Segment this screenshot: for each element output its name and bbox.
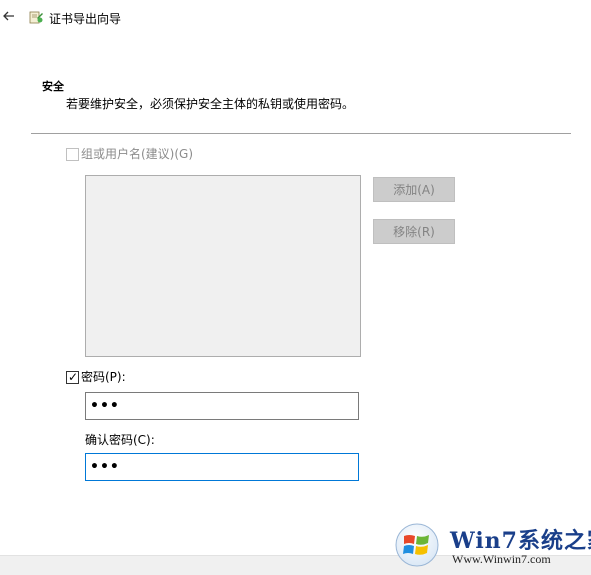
watermark-url: Www.Winwin7.com	[452, 552, 551, 566]
user-list-box[interactable]	[85, 175, 361, 357]
group-user-label: 组或用户名(建议)(G)	[81, 147, 194, 161]
certificate-wizard-icon	[28, 9, 44, 25]
remove-button[interactable]: 移除(R)	[373, 219, 455, 244]
windows-logo-icon	[394, 522, 440, 568]
password-label: 密码(P):	[81, 370, 126, 384]
confirm-password-label: 确认密码(C):	[85, 433, 155, 447]
back-arrow-icon[interactable]	[2, 8, 16, 24]
checkmark-icon: ✓	[68, 370, 79, 384]
wizard-title: 证书导出向导	[49, 12, 122, 26]
password-checkbox[interactable]: ✓	[66, 370, 79, 384]
watermark: Win7系统之家 Www.Winwin7.com	[392, 520, 591, 572]
certificate-export-wizard: 证书导出向导 安全 若要维护安全，必须保护安全主体的私钥或使用密码。 组或用户名…	[0, 0, 591, 575]
confirm-password-input[interactable]: •••	[85, 453, 359, 481]
section-description: 若要维护安全，必须保护安全主体的私钥或使用密码。	[66, 97, 355, 111]
section-divider	[31, 133, 571, 134]
password-input[interactable]: •••	[85, 392, 359, 420]
group-user-checkbox[interactable]	[66, 148, 79, 161]
section-heading: 安全	[42, 80, 64, 93]
watermark-brand: Win7系统之家	[450, 528, 591, 554]
add-button[interactable]: 添加(A)	[373, 177, 455, 202]
